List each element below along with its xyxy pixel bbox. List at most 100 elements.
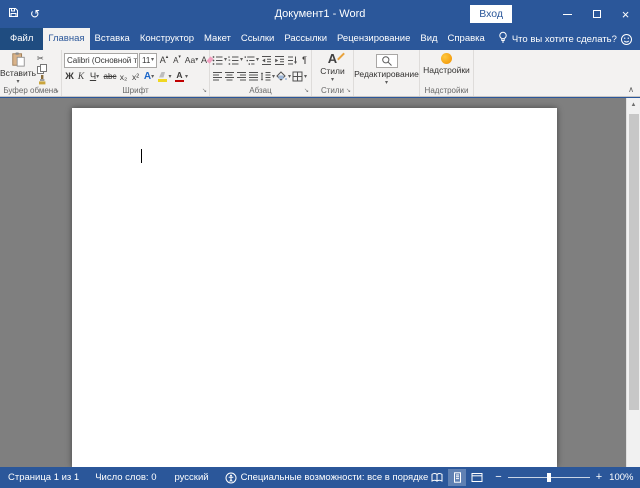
- font-group-label: Шрифт: [62, 86, 209, 95]
- superscript-button[interactable]: x²: [130, 70, 141, 84]
- page-indicator[interactable]: Страница 1 из 1: [8, 472, 79, 483]
- editing-button[interactable]: Редактирование ▾: [356, 54, 417, 92]
- scrollbar-thumb[interactable]: [629, 114, 639, 410]
- strikethrough-button[interactable]: abc: [103, 70, 117, 84]
- close-button[interactable]: ×: [611, 0, 640, 28]
- chevron-down-icon: ▾: [385, 80, 388, 86]
- styles-dialog-launcher[interactable]: ↘: [346, 88, 351, 94]
- chevron-down-icon: ▾: [272, 74, 275, 80]
- sign-in-button[interactable]: Вход: [470, 5, 512, 23]
- tab-design[interactable]: Конструктор: [135, 28, 199, 50]
- align-right-button[interactable]: [236, 70, 247, 84]
- align-center-button[interactable]: [224, 70, 235, 84]
- increase-indent-button[interactable]: [273, 53, 285, 67]
- bullets-button[interactable]: ▾: [212, 53, 227, 67]
- bold-button[interactable]: Ж: [64, 70, 75, 84]
- sort-icon: [287, 55, 298, 66]
- word-count[interactable]: Число слов: 0: [95, 472, 156, 483]
- addin-icon: [441, 53, 452, 64]
- tab-references[interactable]: Ссылки: [236, 28, 279, 50]
- show-marks-button[interactable]: ¶: [299, 53, 310, 67]
- numbering-button[interactable]: ▾: [228, 53, 243, 67]
- copy-icon: [37, 64, 47, 74]
- text-highlight-button[interactable]: ▾: [157, 70, 173, 84]
- maximize-button[interactable]: [582, 0, 611, 28]
- print-layout-button[interactable]: [448, 469, 466, 486]
- window-title: Документ1 - Word: [0, 0, 640, 28]
- zoom-in-button[interactable]: +: [596, 472, 602, 483]
- font-size-combo[interactable]: 11 ▾: [139, 53, 157, 68]
- italic-button[interactable]: К: [76, 70, 86, 84]
- read-mode-button[interactable]: [428, 469, 446, 486]
- subscript-button[interactable]: x₂: [118, 70, 129, 84]
- shading-button[interactable]: ▾: [276, 70, 291, 84]
- word-window: ↺ Документ1 - Word Вход × Файл Главная В…: [0, 0, 640, 488]
- font-color-button[interactable]: А ▾: [174, 70, 189, 84]
- justify-button[interactable]: [248, 70, 259, 84]
- clipboard-small-buttons: ✂: [37, 53, 57, 85]
- tab-file[interactable]: Файл: [0, 28, 43, 50]
- chevron-down-icon: ▾: [288, 74, 291, 80]
- multilevel-list-button[interactable]: ▾: [244, 53, 259, 67]
- styles-button[interactable]: A Стили ▾: [314, 52, 351, 85]
- paste-clipboard-icon: [11, 52, 26, 67]
- language-indicator[interactable]: русский: [174, 472, 208, 483]
- accessibility-status[interactable]: Специальные возможности: все в порядке: [241, 472, 429, 483]
- addins-button[interactable]: Надстройки: [422, 53, 471, 84]
- grow-font-button[interactable]: А▴: [158, 53, 170, 67]
- feedback-button[interactable]: [620, 28, 633, 50]
- minimize-button[interactable]: [553, 0, 582, 28]
- zoom-slider[interactable]: [508, 477, 590, 478]
- zoom-level[interactable]: 100%: [609, 472, 633, 483]
- shrink-font-button[interactable]: А▾: [171, 53, 183, 67]
- ribbon-tab-bar: Файл Главная Вставка Конструктор Макет С…: [0, 28, 640, 50]
- search-icon: [376, 54, 398, 68]
- tab-insert[interactable]: Вставка: [90, 28, 135, 50]
- text-effects-button[interactable]: A▾: [142, 70, 156, 84]
- print-layout-icon: [452, 472, 463, 483]
- clipboard-dialog-launcher[interactable]: ↘: [54, 88, 59, 94]
- sort-button[interactable]: [286, 53, 298, 67]
- chevron-down-icon: ▾: [304, 74, 307, 80]
- borders-icon: [292, 71, 303, 82]
- line-spacing-button[interactable]: ▾: [260, 70, 275, 84]
- clipboard-group-label: Буфер обмена: [0, 86, 61, 95]
- decrease-indent-button[interactable]: [260, 53, 272, 67]
- font-dialog-launcher[interactable]: ↘: [202, 88, 207, 94]
- font-color-icon: А: [175, 71, 184, 83]
- justify-icon: [248, 71, 259, 82]
- zoom-out-button[interactable]: −: [495, 472, 501, 483]
- change-case-button[interactable]: Aa▾: [184, 53, 199, 67]
- tab-home[interactable]: Главная: [43, 28, 89, 50]
- copy-button[interactable]: [37, 64, 57, 74]
- tab-view[interactable]: Вид: [415, 28, 442, 50]
- align-center-icon: [224, 71, 235, 82]
- numbered-list-icon: [228, 55, 239, 66]
- paragraph-dialog-launcher[interactable]: ↘: [304, 88, 309, 94]
- format-painter-button[interactable]: [37, 75, 57, 85]
- collapse-ribbon-button[interactable]: ∧: [628, 86, 634, 94]
- borders-button[interactable]: ▾: [292, 70, 307, 84]
- web-layout-button[interactable]: [468, 469, 486, 486]
- underline-button[interactable]: Ч▾: [87, 70, 102, 84]
- group-font: Calibri (Основной текст) ▾ 11 ▾ А▴ А▾ Aa…: [62, 50, 210, 96]
- document-page[interactable]: [72, 108, 557, 467]
- vertical-scrollbar[interactable]: ▲: [626, 98, 640, 467]
- styles-icon: A: [328, 52, 337, 65]
- align-left-button[interactable]: [212, 70, 223, 84]
- font-family-combo[interactable]: Calibri (Основной текст) ▾: [64, 53, 138, 68]
- tab-mailings[interactable]: Рассылки: [279, 28, 332, 50]
- status-bar: Страница 1 из 1 Число слов: 0 русский Сп…: [0, 467, 640, 488]
- zoom-slider-thumb[interactable]: [547, 473, 551, 482]
- paste-button[interactable]: Вставить ▾: [3, 52, 33, 85]
- tab-help[interactable]: Справка: [443, 28, 490, 50]
- paragraph-group-label: Абзац: [210, 86, 311, 95]
- cut-button[interactable]: ✂: [37, 53, 57, 63]
- group-clipboard: Вставить ▾ ✂ Буфер обмена ↘: [0, 50, 62, 96]
- scroll-up-button[interactable]: ▲: [627, 98, 640, 112]
- tab-review[interactable]: Рецензирование: [332, 28, 415, 50]
- tell-me-box[interactable]: Что вы хотите сделать?: [498, 28, 617, 50]
- accessibility-icon: [225, 472, 237, 484]
- zoom-control: − +: [495, 472, 602, 483]
- tab-layout[interactable]: Макет: [199, 28, 236, 50]
